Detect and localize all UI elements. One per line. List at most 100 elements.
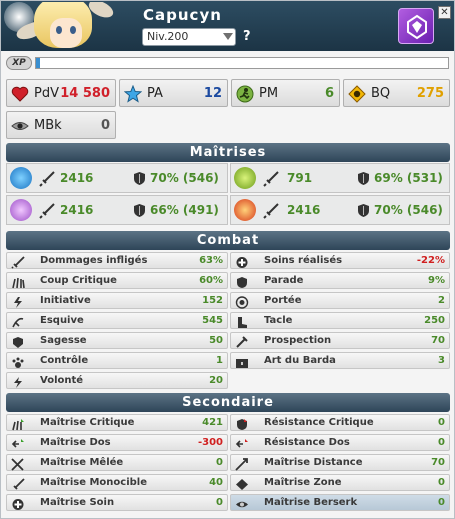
help-button[interactable]: ? [243, 29, 251, 44]
combat-stat-row[interactable]: Dommages infligés 63% [6, 252, 228, 269]
stat-value: -22% [416, 255, 445, 266]
stat-value: 1 [216, 355, 223, 366]
combat-stat-row[interactable]: Sagesse 50 [6, 332, 228, 349]
stat-name: Maîtrise Berserk [264, 497, 358, 508]
berserk-icon [235, 496, 249, 509]
stat-name: Maîtrise Zone [264, 477, 342, 488]
class-emblem-icon[interactable] [398, 8, 434, 44]
crit-mastery-icon [11, 416, 25, 431]
combat-stat-row[interactable]: Volonté 20 [6, 372, 228, 389]
combat-stat-row[interactable]: Art du Barda 3 [230, 352, 450, 369]
earth-element-icon [234, 167, 256, 189]
stat-name: Prospection [264, 335, 332, 346]
stat-value: 50 [209, 335, 223, 346]
resource-label: PdV [34, 86, 59, 101]
range-icon [235, 294, 249, 309]
xp-badge: XP [6, 56, 32, 70]
running-icon [236, 85, 254, 103]
stat-value: 3 [438, 355, 445, 366]
resource-label: BQ [371, 86, 391, 101]
fire-element-icon [234, 199, 256, 221]
wisdom-icon [11, 334, 25, 348]
chevron-down-icon [223, 33, 233, 40]
stat-name: Contrôle [40, 355, 89, 366]
section-header-secondaire[interactable]: Secondaire [6, 393, 450, 412]
back-resist-icon [235, 436, 249, 449]
stat-value: 0 [216, 497, 223, 508]
stat-value: 0 [438, 477, 445, 488]
stat-value: 40 [209, 477, 223, 488]
resistance-value: 66% (491) [150, 203, 219, 217]
area-icon [235, 476, 249, 490]
combat-stat-row[interactable]: Esquive 545 [6, 312, 228, 329]
section-header-maitrises[interactable]: Maîtrises [6, 143, 450, 162]
combat-stat-row[interactable]: Soins réalisés -22% [230, 252, 450, 269]
boot-icon [235, 314, 249, 328]
secondary-stat-row[interactable]: Maîtrise Distance 70 [230, 454, 450, 471]
header-bar: Capucyn Niv.200 ? ✕ [1, 1, 454, 51]
level-select[interactable]: Niv.200 [142, 28, 236, 46]
xp-progress-fill [36, 58, 41, 68]
stat-value: 545 [202, 315, 223, 326]
stat-name: Parade [264, 275, 304, 286]
mastery-cell-earth: 791 69% (531) [230, 163, 450, 193]
chest-icon [235, 354, 249, 368]
air-element-icon [10, 199, 32, 221]
resource-label: PM [259, 86, 279, 101]
combat-stat-row[interactable]: Contrôle 1 [6, 352, 228, 369]
back-mastery-icon [11, 436, 25, 449]
stat-name: Tacle [264, 315, 293, 326]
secondary-stat-row[interactable]: Résistance Dos 0 [230, 434, 450, 451]
stat-name: Maîtrise Soin [40, 497, 115, 508]
resource-value: 6 [324, 86, 334, 101]
stat-name: Maîtrise Distance [264, 457, 363, 468]
secondary-stat-row[interactable]: Résistance Critique 0 [230, 414, 450, 431]
stat-name: Maîtrise Critique [40, 417, 135, 428]
sword-icon [39, 203, 55, 219]
secondary-stat-row[interactable]: Maîtrise Mêlée 0 [6, 454, 228, 471]
heal-icon [235, 254, 249, 268]
block-icon [235, 274, 249, 288]
stat-value: 0 [438, 437, 445, 448]
combat-stat-row[interactable]: Tacle 250 [230, 312, 450, 329]
stat-name: Résistance Dos [264, 437, 350, 448]
stat-name: Initiative [40, 295, 91, 306]
resource-value: 14 580 [60, 86, 110, 101]
combat-stat-row[interactable]: Coup Critique 60% [6, 272, 228, 289]
crit-resist-icon [235, 416, 249, 430]
character-name: Capucyn [143, 6, 222, 24]
section-header-combat[interactable]: Combat [6, 231, 450, 250]
close-button[interactable]: ✕ [438, 6, 451, 19]
dagger-icon [11, 254, 25, 269]
water-element-icon [10, 167, 32, 189]
combat-stat-row[interactable]: Portée 2 [230, 292, 450, 309]
shield-icon [358, 172, 369, 185]
resistance-value: 70% (546) [150, 171, 219, 185]
combat-stat-row[interactable]: Prospection 70 [230, 332, 450, 349]
secondary-stat-row[interactable]: Maîtrise Berserk 0 [230, 494, 450, 511]
stat-value: 9% [428, 275, 445, 286]
secondary-stat-row[interactable]: Maîtrise Dos -300 [6, 434, 228, 451]
xp-progress-bar [35, 57, 449, 69]
combat-stat-row[interactable]: Initiative 152 [6, 292, 228, 309]
stat-value: -300 [197, 437, 223, 448]
star-icon [124, 85, 142, 103]
character-portrait [4, 2, 122, 50]
secondary-stat-row[interactable]: Maîtrise Zone 0 [230, 474, 450, 491]
heart-icon [11, 86, 29, 102]
secondary-stat-row[interactable]: Maîtrise Monocible 40 [6, 474, 228, 491]
secondary-stat-row[interactable]: Maîtrise Soin 0 [6, 494, 228, 511]
stat-name: Maîtrise Mêlée [40, 457, 124, 468]
resource-value: 12 [203, 86, 222, 101]
mastery-value: 2416 [60, 203, 94, 217]
mastery-value: 791 [287, 171, 313, 185]
stat-value: 2 [438, 295, 445, 306]
secondary-stat-row[interactable]: Maîtrise Critique 421 [6, 414, 228, 431]
dodge-icon [11, 314, 25, 328]
resource-mbk: MBk 0 [6, 111, 116, 139]
stat-value: 250 [424, 315, 445, 326]
combat-stat-row[interactable]: Parade 9% [230, 272, 450, 289]
sword-icon [263, 171, 279, 187]
resistance-value: 70% (546) [374, 203, 443, 217]
stat-name: Art du Barda [264, 355, 336, 366]
